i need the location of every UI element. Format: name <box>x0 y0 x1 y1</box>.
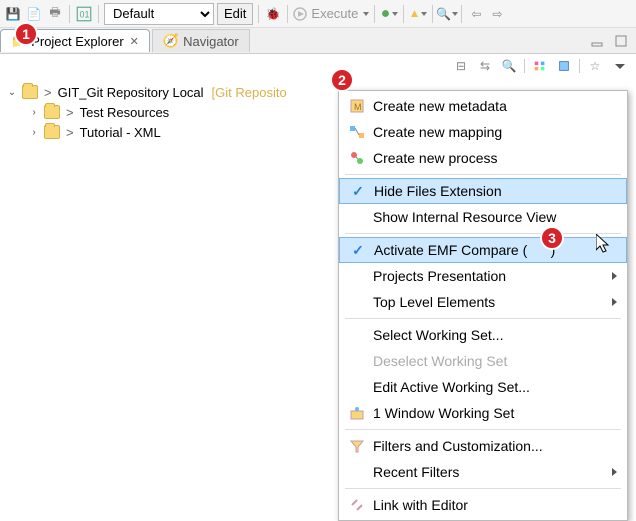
search-icon[interactable]: 🔍 <box>438 5 456 23</box>
menu-label: Create new process <box>369 150 617 166</box>
dirty-marker: > <box>66 105 74 120</box>
menu-create-mapping[interactable]: Create new mapping <box>339 119 627 145</box>
menu-label: Hide Files Extension <box>370 183 616 199</box>
rocket-icon[interactable] <box>409 5 427 23</box>
menu-label: Projects Presentation <box>369 268 612 284</box>
menu-top-level[interactable]: Top Level Elements <box>339 289 627 315</box>
menu-filters[interactable]: Filters and Customization... <box>339 433 627 459</box>
menu-label: Recent Filters <box>369 464 612 480</box>
menu-label: Link with Editor <box>369 497 617 513</box>
repo-decorator: [Git Reposito <box>212 85 287 100</box>
metadata-icon: M <box>345 98 369 114</box>
filter-icon[interactable] <box>531 57 549 75</box>
menu-label: Deselect Working Set <box>369 353 617 369</box>
tab-label: Project Explorer <box>31 34 123 49</box>
menu-label: Filters and Customization... <box>369 438 617 454</box>
expand-toggle-icon[interactable]: › <box>28 127 40 138</box>
save-all-icon[interactable]: 📄 <box>25 5 43 23</box>
menu-create-metadata[interactable]: M Create new metadata <box>339 93 627 119</box>
menu-label: Activate EMF Compare ( ) <box>370 242 616 258</box>
minimize-icon[interactable] <box>588 32 606 50</box>
check-icon: ✓ <box>352 242 364 259</box>
annotation-3: 3 <box>540 226 564 250</box>
submenu-arrow-icon <box>612 298 617 306</box>
menu-label: Create new metadata <box>369 98 617 114</box>
nav-back-icon[interactable]: ⇦ <box>467 5 485 23</box>
link-editor-icon <box>345 497 369 513</box>
view-tabs: 📁 Project Explorer ✕ 🧭 Navigator <box>0 28 636 54</box>
view-context-menu: M Create new metadata Create new mapping… <box>338 90 628 521</box>
view-menu-icon[interactable] <box>610 57 628 75</box>
focus-icon[interactable] <box>555 57 573 75</box>
menu-hide-extension[interactable]: ✓ Hide Files Extension <box>339 178 627 204</box>
workingset-icon <box>345 405 369 421</box>
annotation-1: 1 <box>14 22 38 46</box>
view-mini-toolbar: ⊟ ⇆ 🔍 ☆ <box>0 54 636 78</box>
menu-label: Create new mapping <box>369 124 617 140</box>
submenu-arrow-icon <box>612 468 617 476</box>
folder-icon <box>44 125 60 139</box>
magnify-icon[interactable]: 🔍 <box>500 57 518 75</box>
gear-green-icon[interactable] <box>380 5 398 23</box>
folder-icon <box>44 105 60 119</box>
debug-icon[interactable]: 🐞 <box>264 5 282 23</box>
menu-select-working-set[interactable]: Select Working Set... <box>339 322 627 348</box>
menu-link-editor[interactable]: Link with Editor <box>339 492 627 518</box>
maximize-icon[interactable] <box>612 32 630 50</box>
submenu-arrow-icon <box>612 272 617 280</box>
dirty-marker: > <box>66 125 74 140</box>
collapse-all-icon[interactable]: ⊟ <box>452 57 470 75</box>
expand-toggle-icon[interactable]: › <box>28 107 40 118</box>
tab-label: Navigator <box>183 34 239 49</box>
tree-label: Tutorial - XML <box>80 125 161 140</box>
menu-window-working-set[interactable]: 1 Window Working Set <box>339 400 627 426</box>
context-combo[interactable]: Default <box>104 3 214 25</box>
process-icon <box>345 150 369 166</box>
star-icon[interactable]: ☆ <box>586 57 604 75</box>
menu-label: Show Internal Resource View <box>369 209 617 225</box>
menu-label: Top Level Elements <box>369 294 612 310</box>
expand-toggle-icon[interactable]: ⌄ <box>6 87 18 98</box>
menu-recent-filters[interactable]: Recent Filters <box>339 459 627 485</box>
menu-create-process[interactable]: Create new process <box>339 145 627 171</box>
funnel-icon <box>345 438 369 454</box>
mapping-icon <box>345 124 369 140</box>
close-icon[interactable]: ✕ <box>130 35 139 48</box>
menu-label: Edit Active Working Set... <box>369 379 617 395</box>
binary-icon[interactable]: 01 <box>75 5 93 23</box>
menu-edit-working-set[interactable]: Edit Active Working Set... <box>339 374 627 400</box>
project-icon <box>22 85 38 99</box>
link-icon[interactable]: ⇆ <box>476 57 494 75</box>
execute-label: Execute <box>311 6 358 21</box>
tree-label: Test Resources <box>80 105 170 120</box>
dirty-marker: > <box>44 85 52 100</box>
menu-projects-presentation[interactable]: Projects Presentation <box>339 263 627 289</box>
check-icon: ✓ <box>352 183 364 200</box>
nav-fwd-icon[interactable]: ⇨ <box>488 5 506 23</box>
edit-context-button[interactable]: Edit <box>217 3 253 25</box>
svg-text:01: 01 <box>80 9 90 19</box>
compass-icon: 🧭 <box>163 33 179 49</box>
save-icon[interactable]: 💾 <box>4 5 22 23</box>
tree-label: GIT_Git Repository Local <box>58 85 204 100</box>
annotation-2: 2 <box>330 68 354 92</box>
execute-button[interactable]: Execute <box>293 6 369 21</box>
main-toolbar: 💾 📄 🖶 01 Default Edit 🐞 Execute 🔍 ⇦ ⇨ <box>0 0 636 28</box>
menu-label: 1 Window Working Set <box>369 405 617 421</box>
menu-activate-emf[interactable]: ✓ Activate EMF Compare ( ) <box>339 237 627 263</box>
svg-text:M: M <box>354 102 362 112</box>
tab-navigator[interactable]: 🧭 Navigator <box>152 29 250 52</box>
menu-label: Select Working Set... <box>369 327 617 343</box>
menu-deselect-working-set: Deselect Working Set <box>339 348 627 374</box>
print-icon[interactable]: 🖶 <box>46 5 64 23</box>
menu-internal-view[interactable]: Show Internal Resource View <box>339 204 627 230</box>
